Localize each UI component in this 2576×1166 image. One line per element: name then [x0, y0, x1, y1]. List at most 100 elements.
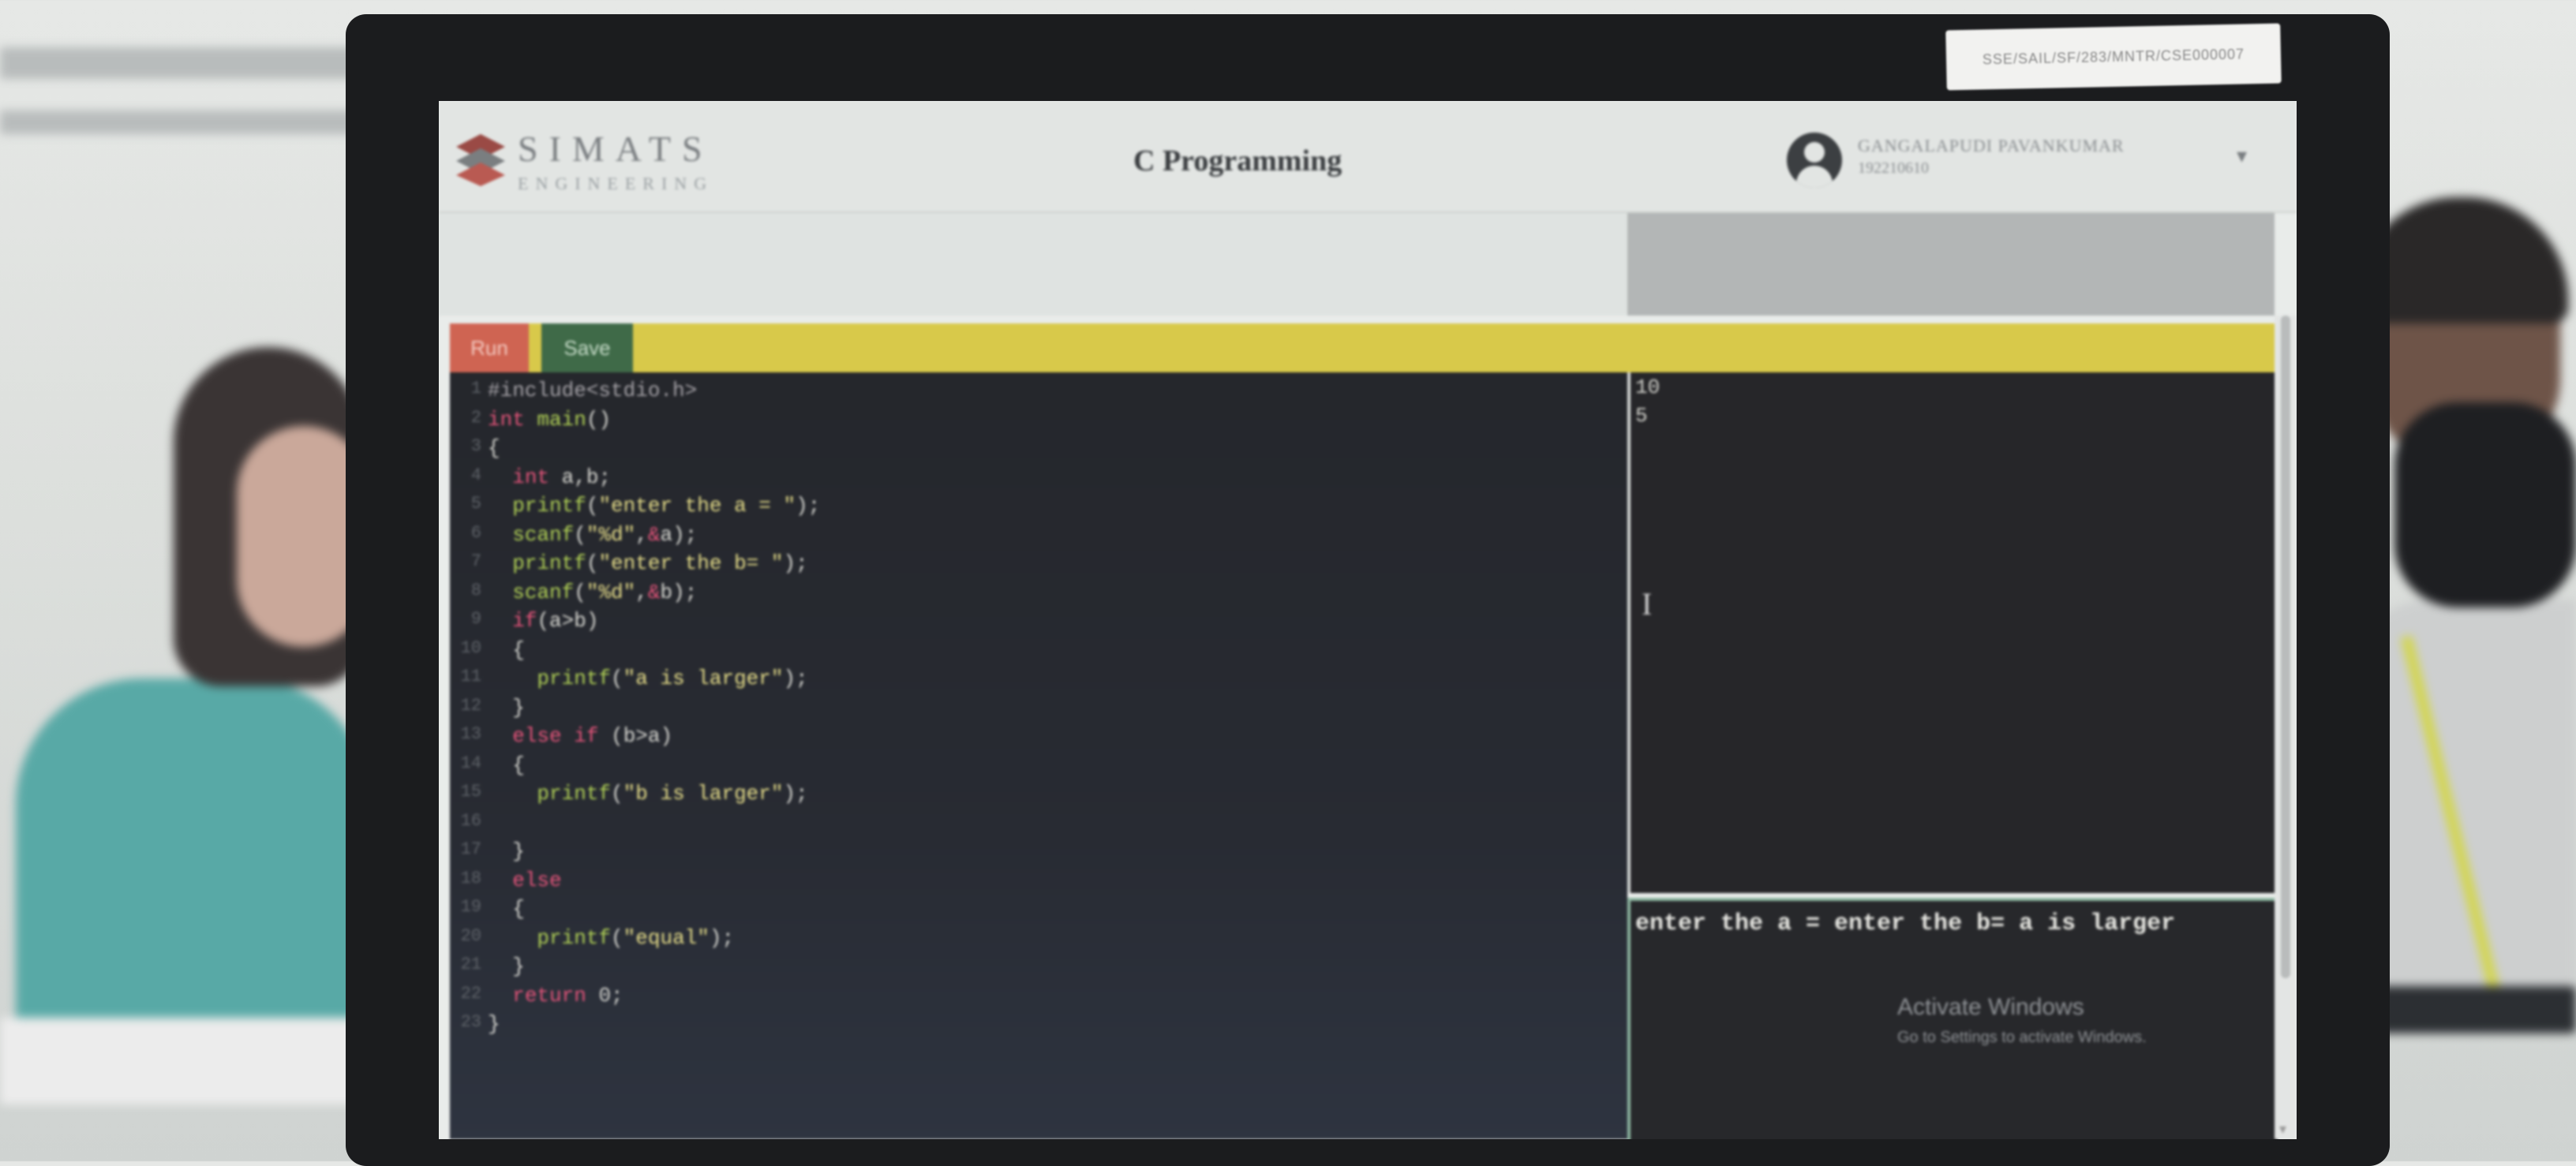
code-text[interactable]: if(a>b)	[488, 609, 598, 633]
code-line[interactable]: 14 {	[450, 753, 1618, 782]
code-text[interactable]: #include<stdio.h>	[488, 379, 697, 402]
code-text[interactable]: printf("b is larger");	[488, 782, 807, 805]
page-scrollbar[interactable]: ▾	[2275, 316, 2297, 1139]
code-line[interactable]: 3{	[450, 436, 1618, 465]
line-number: 2	[470, 407, 481, 428]
activate-windows-title: Activate Windows	[1897, 994, 2084, 1020]
code-line[interactable]: 1 #include<stdio.h>	[450, 379, 1618, 407]
scroll-down-icon[interactable]: ▾	[2279, 1121, 2286, 1138]
code-text[interactable]: int main()	[488, 408, 611, 432]
app-header: SIMATS ENGINEERING C Programming GANGALA…	[439, 101, 2297, 213]
code-text[interactable]: }	[488, 696, 525, 719]
background-scene-left	[0, 0, 371, 1161]
line-number: 13	[460, 724, 481, 744]
line-number: 22	[460, 983, 481, 1003]
code-line[interactable]: 12 }	[450, 696, 1618, 724]
code-line[interactable]: 11 printf("a is larger");	[450, 667, 1618, 695]
face-mask	[2394, 402, 2576, 607]
program-output: enter the a = enter the b= a is larger	[1635, 910, 2176, 937]
code-line[interactable]: 6 scanf("%d",&a);	[450, 523, 1618, 551]
code-line[interactable]: 7 printf("enter the b= ");	[450, 551, 1618, 580]
code-line[interactable]: 17 }	[450, 839, 1618, 868]
code-line[interactable]: 19 {	[450, 897, 1618, 925]
code-text[interactable]: int a,b;	[488, 465, 611, 489]
line-number: 10	[460, 637, 481, 658]
question-panel	[439, 213, 1627, 316]
keyboard	[2371, 986, 2576, 1033]
code-line[interactable]: 20 printf("equal");	[450, 926, 1618, 955]
code-line[interactable]: 23}	[450, 1012, 1618, 1041]
line-number: 12	[460, 695, 481, 716]
scrollbar-thumb[interactable]	[2281, 316, 2290, 978]
line-number: 21	[460, 955, 481, 974]
code-text[interactable]: {	[488, 638, 525, 662]
activate-windows-subtitle: Go to Settings to activate Windows.	[1897, 1029, 2147, 1046]
page-title: C Programming	[1133, 144, 1342, 178]
code-line[interactable]: 8 scanf("%d",&b);	[450, 581, 1618, 609]
side-panel	[1627, 213, 2275, 316]
line-number: 23	[460, 1012, 481, 1032]
line-number: 16	[460, 810, 481, 831]
line-number: 18	[460, 868, 481, 888]
code-text[interactable]: {	[488, 753, 525, 777]
code-text[interactable]: }	[488, 839, 525, 863]
user-id: 192210610	[1858, 159, 1929, 177]
text-cursor-icon: I	[1642, 586, 1653, 622]
output-panel: enter the a = enter the b= a is larger A…	[1627, 898, 2278, 1139]
code-line[interactable]: 21 }	[450, 955, 1618, 983]
run-button[interactable]: Run	[450, 323, 529, 372]
chevron-down-icon[interactable]: ▾	[2237, 144, 2247, 168]
code-text[interactable]: {	[488, 897, 525, 921]
stdin-line[interactable]: 10	[1635, 376, 1660, 399]
code-line[interactable]: 13 else if (b>a)	[450, 724, 1618, 753]
code-text[interactable]: printf("enter the b= ");	[488, 551, 808, 575]
code-text[interactable]: printf("equal");	[488, 926, 734, 950]
stdin-input-panel[interactable]: I 10 5	[1627, 372, 2278, 893]
code-text[interactable]: printf("enter the a = ");	[488, 494, 820, 518]
logo-title: SIMATS	[518, 129, 713, 169]
editor-toolbar: Run Save	[450, 323, 2275, 372]
code-line[interactable]: 10 {	[450, 638, 1618, 667]
code-line[interactable]: 22 return 0;	[450, 984, 1618, 1012]
code-text[interactable]: return 0;	[488, 984, 623, 1007]
line-number: 19	[460, 897, 481, 917]
code-line[interactable]: 15 printf("b is larger");	[450, 782, 1618, 810]
simats-logo-icon	[456, 134, 505, 186]
screen: SIMATS ENGINEERING C Programming GANGALA…	[439, 101, 2297, 1139]
line-number: 11	[460, 667, 481, 686]
asset-label-sticker: SSE/SAIL/SF/283/MNTR/CSE000007	[1945, 23, 2282, 91]
code-line[interactable]: 5 printf("enter the a = ");	[450, 494, 1618, 522]
code-editor[interactable]: 1 #include<stdio.h> 2 int main() 3{4 int a,b…	[450, 372, 1627, 1139]
line-number: 7	[470, 551, 481, 571]
stdin-line[interactable]: 5	[1635, 404, 1648, 428]
line-number: 4	[470, 465, 481, 485]
code-text[interactable]: else	[488, 869, 561, 892]
code-line[interactable]: 2 int main()	[450, 408, 1618, 436]
code-text[interactable]: }	[488, 955, 525, 978]
line-number: 8	[470, 580, 481, 600]
code-text[interactable]: else if (b>a)	[488, 724, 672, 748]
code-text[interactable]: scanf("%d",&a);	[488, 523, 697, 547]
logo-subtitle: ENGINEERING	[518, 174, 714, 193]
code-text[interactable]: printf("a is larger");	[488, 667, 807, 690]
user-name[interactable]: GANGALAPUDI PAVANKUMAR	[1858, 136, 2125, 156]
line-number: 1	[470, 379, 481, 398]
line-number: 3	[470, 436, 481, 456]
line-number: 9	[470, 609, 481, 629]
code-line[interactable]: 9 if(a>b)	[450, 609, 1618, 637]
code-line[interactable]: 16	[450, 811, 1618, 839]
wall-band	[0, 47, 371, 79]
user-avatar-icon[interactable]	[1787, 133, 1842, 188]
code-text[interactable]: scanf("%d",&b);	[488, 581, 697, 604]
line-number: 15	[460, 782, 481, 802]
code-text[interactable]: }	[488, 1012, 500, 1036]
code-line[interactable]: 18 else	[450, 869, 1618, 897]
desk	[0, 1018, 371, 1104]
line-number: 6	[470, 522, 481, 543]
line-number: 20	[460, 925, 481, 946]
line-number: 5	[470, 494, 481, 514]
code-text[interactable]: {	[488, 436, 500, 460]
code-line[interactable]: 4 int a,b;	[450, 465, 1618, 494]
line-number: 17	[460, 839, 481, 859]
save-button[interactable]: Save	[541, 323, 633, 372]
